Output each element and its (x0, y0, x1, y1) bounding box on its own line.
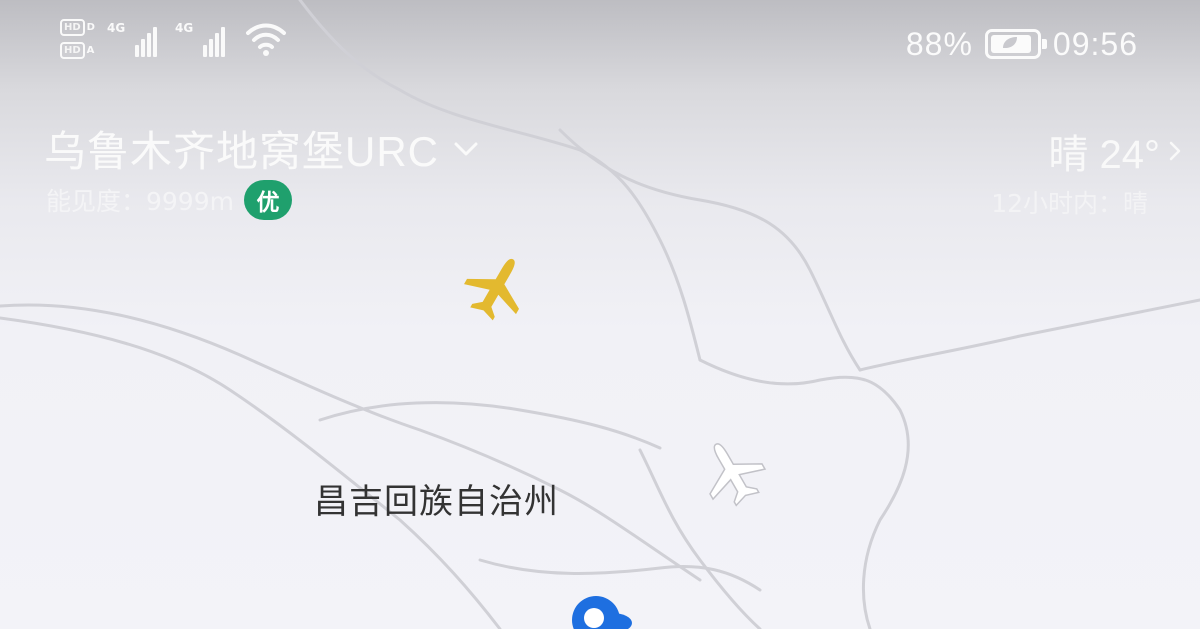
cellular-signal-icon: 4G (107, 21, 163, 57)
visibility-value: 能见度：9999m (46, 187, 234, 216)
cellular-signal-icon: 4G (175, 21, 231, 57)
hd-voice-icon: HD D (60, 19, 95, 36)
weather-forecast: 12小时内：晴 (991, 189, 1148, 218)
hd-voice-icon: HD A (60, 42, 95, 59)
chevron-down-icon (454, 142, 478, 155)
airport-selector[interactable]: 乌鲁木齐地窝堡URC (44, 118, 479, 179)
selected-flight-plane-icon[interactable] (456, 244, 539, 329)
airport-name: 乌鲁木齐地窝堡URC (44, 128, 439, 175)
chevron-right-icon (1169, 141, 1181, 161)
battery-percent: 88% (905, 25, 973, 62)
map-region-label: 昌吉回族自治州 (314, 482, 559, 522)
map-road (318, 401, 662, 450)
battery-icon (984, 29, 1047, 59)
weather-now: 晴 24° (1048, 133, 1160, 177)
map-road (0, 303, 702, 582)
wifi-icon (245, 23, 286, 56)
visibility-row: 能见度：9999m 优 (46, 180, 292, 220)
map-road (858, 298, 1200, 372)
map-road (558, 128, 862, 372)
weather-current[interactable]: 晴 24° (1048, 122, 1182, 180)
flight-map-screen: HD D HD A 4G 4G 88% 09:56 乌鲁木齐地窝堡URC 能见度… (0, 0, 1200, 629)
location-marker-icon[interactable] (572, 596, 632, 629)
map-road (698, 358, 910, 629)
air-quality-badge: 优 (243, 180, 292, 220)
flight-plane-icon[interactable] (690, 429, 773, 514)
map-canvas[interactable] (0, 0, 1200, 629)
clock: 09:56 (1052, 25, 1138, 62)
map-road (638, 448, 762, 629)
status-bar: HD D HD A 4G 4G 88% 09:56 (0, 0, 1200, 84)
